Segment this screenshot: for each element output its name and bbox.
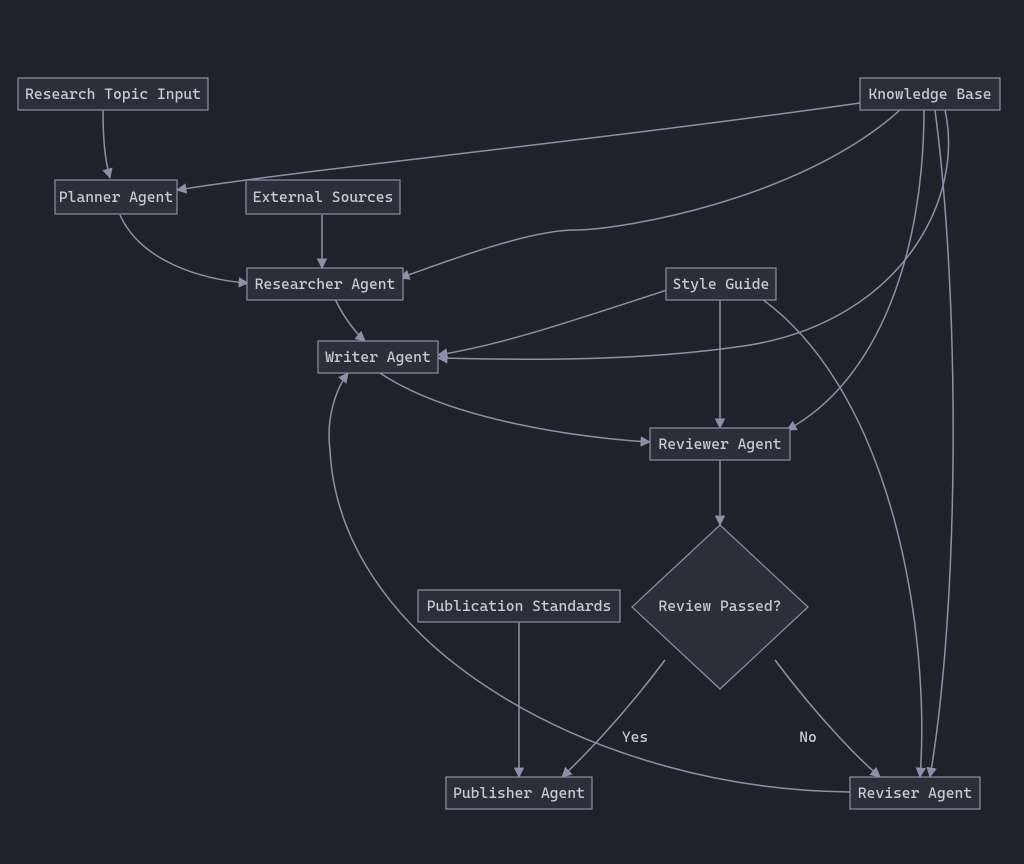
- edge-kb-to-researcher: [400, 110, 900, 278]
- node-reviewer-agent: Reviewer Agent: [650, 428, 790, 460]
- node-label: Research Topic Input: [25, 85, 201, 103]
- edge-planner-to-researcher: [120, 215, 248, 283]
- node-label: Planner Agent: [59, 188, 173, 206]
- edge-researcher-to-writer: [335, 299, 365, 341]
- edge-kb-to-planner: [177, 103, 860, 190]
- edge-writer-to-reviewer: [380, 373, 650, 442]
- node-researcher-agent: Researcher Agent: [247, 268, 403, 300]
- flowchart-diagram: Yes No Research Topic Input Knowledge Ba…: [0, 0, 1024, 864]
- edge-decision-to-reviser: [775, 660, 880, 777]
- edge-decision-to-publisher: [562, 660, 665, 777]
- node-label: Knowledge Base: [868, 85, 991, 103]
- edge-style-to-writer: [438, 290, 667, 355]
- node-reviser-agent: Reviser Agent: [850, 777, 980, 809]
- node-knowledge-base: Knowledge Base: [860, 78, 1000, 110]
- node-style-guide: Style Guide: [666, 268, 776, 300]
- node-label: Reviewer Agent: [658, 435, 781, 453]
- node-label: Researcher Agent: [255, 275, 396, 293]
- node-label: External Sources: [253, 188, 394, 206]
- node-label: Review Passed?: [658, 597, 781, 615]
- node-label: Reviser Agent: [858, 784, 972, 802]
- node-label: Writer Agent: [325, 348, 430, 366]
- node-label: Publisher Agent: [453, 784, 585, 802]
- node-publisher-agent: Publisher Agent: [446, 777, 592, 809]
- edge-kb-to-reviser: [930, 110, 953, 777]
- node-research-topic-input: Research Topic Input: [18, 78, 208, 110]
- node-review-passed-decision: Review Passed?: [632, 525, 808, 689]
- node-publication-standards: Publication Standards: [418, 590, 620, 622]
- node-planner-agent: Planner Agent: [55, 180, 177, 214]
- node-label: Publication Standards: [427, 597, 612, 615]
- edge-kb-to-reviewer: [787, 110, 924, 430]
- node-external-sources: External Sources: [246, 180, 400, 214]
- edge-label-yes: Yes: [622, 728, 648, 746]
- node-writer-agent: Writer Agent: [318, 341, 438, 373]
- edge-style-to-reviser: [762, 299, 922, 777]
- edge-label-no: No: [799, 728, 817, 746]
- node-label: Style Guide: [673, 275, 770, 293]
- edge-research-to-planner: [103, 110, 110, 178]
